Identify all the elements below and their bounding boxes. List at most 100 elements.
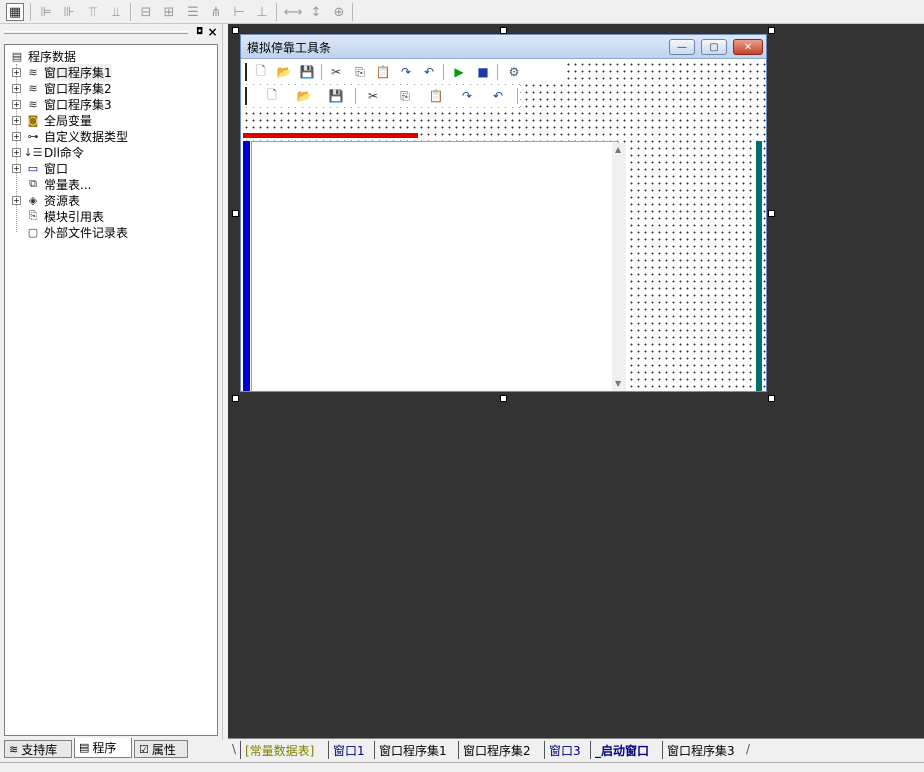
tree-item-constants[interactable]: ⧉ 常量表... <box>25 176 91 192</box>
same-width-icon[interactable]: ⟷ <box>284 3 303 21</box>
save-icon[interactable]: 💾 <box>327 88 345 104</box>
tab-properties[interactable]: ☑ 属性 <box>134 740 188 758</box>
tab-module-2[interactable]: 窗口程序集2 <box>458 741 544 759</box>
open-icon[interactable]: 📂 <box>295 88 313 104</box>
tab-program[interactable]: ▤ 程序 <box>74 738 132 758</box>
same-height-icon[interactable]: ↕ <box>307 3 325 21</box>
center-horizontal-icon[interactable]: ⊟ <box>137 3 155 21</box>
resize-handle[interactable] <box>500 395 507 402</box>
distribute-top-icon[interactable]: ☰ <box>184 3 202 21</box>
cut-icon[interactable]: ✂ <box>364 88 382 104</box>
expand-icon[interactable]: + <box>12 67 21 77</box>
space-horizontal-icon[interactable]: ⊢ <box>230 3 248 21</box>
teal-bar-control[interactable] <box>756 141 762 391</box>
resize-handle[interactable] <box>768 395 775 402</box>
red-bar-control[interactable] <box>243 133 418 138</box>
new-icon[interactable]: 🗋 <box>252 64 270 80</box>
tab-constant-data[interactable]: [常量数据表] <box>240 741 328 759</box>
align-left-icon[interactable]: ⊫ <box>37 3 55 21</box>
panel-grip[interactable] <box>4 31 188 34</box>
save-icon[interactable]: 💾 <box>298 64 316 80</box>
tree-item-external-files[interactable]: ▢ 外部文件记录表 <box>25 224 128 240</box>
expand-icon[interactable]: + <box>12 83 21 93</box>
tree-item-label: 窗口程序集2 <box>44 81 112 96</box>
tree-item-module-1[interactable]: + ≋ 窗口程序集1 <box>12 63 112 81</box>
edit-box[interactable]: ▲ ▼ ◀ ▶ <box>251 141 626 391</box>
vertical-scrollbar[interactable]: ▲ ▼ <box>612 143 626 391</box>
copy-icon[interactable]: ⎘ <box>351 64 369 80</box>
form-client-area[interactable]: 🗋 📂 💾 ✂ ⎘ 📋 ↷ ↶ ▶ ■ ⚙ 🗋 📂 💾 ✂ ⎘ 📋 ↷ ↶ ▲ … <box>241 59 766 391</box>
tree-item-module-refs[interactable]: ⎘ 模块引用表 <box>25 208 104 224</box>
form-title-bar[interactable]: 模拟停靠工具条 — ▢ ✕ <box>241 35 766 59</box>
tree-item-module-3[interactable]: + ≋ 窗口程序集3 <box>12 96 112 112</box>
distribute-left-icon[interactable]: ⋔ <box>207 3 225 21</box>
tab-divider: / <box>746 742 751 756</box>
tree-item-label: 窗口程序集1 <box>44 63 112 81</box>
space-vertical-icon[interactable]: ⊥ <box>253 3 271 21</box>
tree-item-custom-types[interactable]: + ⊶ 自定义数据类型 <box>12 128 128 144</box>
tree-root[interactable]: ▤ 程序数据 <box>9 48 76 64</box>
resize-handle[interactable] <box>768 210 775 217</box>
tab-module-3[interactable]: 窗口程序集3 <box>662 741 748 759</box>
module-icon: ≋ <box>28 97 38 111</box>
scroll-down-icon[interactable]: ▼ <box>615 379 621 388</box>
open-icon[interactable]: 📂 <box>275 64 293 80</box>
stop-icon[interactable]: ■ <box>474 64 492 80</box>
tab-module-1[interactable]: 窗口程序集1 <box>374 741 458 759</box>
scroll-up-icon[interactable]: ▲ <box>615 145 621 154</box>
tab-startup-window[interactable]: _启动窗口 <box>590 741 662 759</box>
tool-icon[interactable]: ⚙ <box>505 64 523 80</box>
close-icon[interactable]: × <box>207 26 218 38</box>
close-button[interactable]: ✕ <box>733 39 763 55</box>
pin-icon[interactable]: ◘ <box>194 27 205 38</box>
redo-icon[interactable]: ↷ <box>397 64 415 80</box>
property-icon: ☑ <box>139 742 149 756</box>
maximize-button[interactable]: ▢ <box>701 39 727 55</box>
align-bottom-icon[interactable]: ⫫ <box>107 3 125 21</box>
resize-handle[interactable] <box>500 27 507 34</box>
tab-window-1[interactable]: 窗口1 <box>328 741 374 759</box>
expand-icon[interactable]: + <box>12 163 21 173</box>
copy-icon[interactable]: ⎘ <box>396 88 414 104</box>
resize-handle[interactable] <box>232 210 239 217</box>
expand-icon[interactable]: + <box>12 195 21 205</box>
same-size-icon[interactable]: ⊕ <box>330 3 348 21</box>
paste-icon[interactable]: 📋 <box>374 64 392 80</box>
paste-icon[interactable]: 📋 <box>427 88 445 104</box>
tab-window-3[interactable]: 窗口3 <box>544 741 590 759</box>
form-icon[interactable]: ▦ <box>6 3 24 21</box>
expand-icon[interactable]: + <box>12 147 21 157</box>
tab-label: 窗口程序集1 <box>379 743 447 758</box>
tab-label: [常量数据表] <box>245 743 315 758</box>
tree-item-windows[interactable]: + ▭ 窗口 <box>12 160 68 176</box>
tree-item-label: 模块引用表 <box>44 209 105 224</box>
expand-icon[interactable]: + <box>12 131 21 141</box>
expand-icon[interactable]: + <box>12 99 21 109</box>
run-icon[interactable]: ▶ <box>450 64 468 80</box>
project-tree[interactable]: ▤ 程序数据 + ≋ 窗口程序集1 + ≋ 窗口程序集2 + ≋ 窗口程序集3 … <box>4 44 218 736</box>
tree-item-dll-commands[interactable]: + ↓☰ Dll命令 <box>12 144 84 160</box>
cut-icon[interactable]: ✂ <box>327 64 345 80</box>
toolbar-grip[interactable] <box>245 87 247 105</box>
undo-icon[interactable]: ↶ <box>489 88 507 104</box>
align-right-icon[interactable]: ⊪ <box>60 3 78 21</box>
expand-icon[interactable]: + <box>12 115 21 125</box>
tab-label: 窗口3 <box>549 743 581 758</box>
redo-icon[interactable]: ↷ <box>458 88 476 104</box>
tree-item-global-variables[interactable]: + ◙ 全局变量 <box>12 112 92 128</box>
toolbar-1: 🗋 📂 💾 ✂ ⎘ 📋 ↷ ↶ ▶ ■ ⚙ <box>245 61 563 83</box>
blue-bar-control[interactable] <box>243 141 250 391</box>
resize-handle[interactable] <box>232 27 239 34</box>
minimize-button[interactable]: — <box>669 39 695 55</box>
resize-handle[interactable] <box>768 27 775 34</box>
undo-icon[interactable]: ↶ <box>420 64 438 80</box>
new-icon[interactable]: 🗋 <box>263 88 281 104</box>
resize-handle[interactable] <box>232 395 239 402</box>
tree-item-resources[interactable]: + ◈ 资源表 <box>12 192 80 208</box>
designer-form[interactable]: 模拟停靠工具条 — ▢ ✕ 🗋 📂 💾 ✂ ⎘ 📋 ↷ ↶ ▶ ■ ⚙ 🗋 📂 … <box>240 34 767 392</box>
tab-library[interactable]: ≋ 支持库 <box>4 740 72 758</box>
center-vertical-icon[interactable]: ⊞ <box>160 3 178 21</box>
tree-item-module-2[interactable]: + ≋ 窗口程序集2 <box>12 80 112 96</box>
toolbar-grip[interactable] <box>245 63 247 81</box>
align-top-icon[interactable]: ⫪ <box>84 3 102 21</box>
